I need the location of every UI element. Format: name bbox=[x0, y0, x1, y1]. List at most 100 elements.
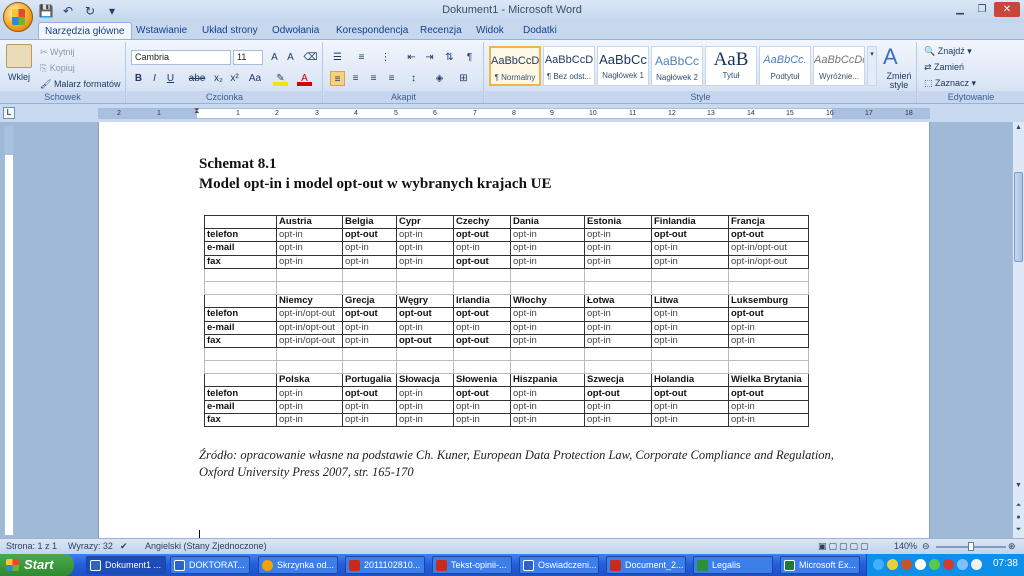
close-button[interactable]: ✕ bbox=[994, 2, 1020, 17]
sort-icon[interactable]: ⇅ bbox=[442, 50, 457, 65]
tray-icon[interactable] bbox=[929, 559, 940, 570]
zoom-slider-thumb[interactable] bbox=[968, 542, 974, 551]
show-marks-icon[interactable]: ¶ bbox=[462, 50, 477, 65]
tab-selector[interactable]: L bbox=[3, 107, 15, 119]
style-no-spacing[interactable]: AaBbCcD ¶ Bez odst... bbox=[543, 46, 595, 86]
task-pdf-2[interactable]: Tekst-opinii-... bbox=[432, 556, 512, 574]
tab-review[interactable]: Recenzja bbox=[414, 22, 468, 40]
tab-view[interactable]: Widok bbox=[470, 22, 510, 40]
tab-mailings[interactable]: Korespondencja bbox=[330, 22, 414, 40]
justify-icon[interactable]: ≡ bbox=[384, 71, 399, 86]
next-page-icon[interactable]: ⏷ bbox=[1013, 526, 1024, 536]
multilevel-list-icon[interactable]: ⋮ bbox=[378, 50, 393, 65]
zoom-level[interactable]: 140% bbox=[894, 541, 917, 551]
tray-icon[interactable] bbox=[901, 559, 912, 570]
task-legalis[interactable]: Legalis bbox=[693, 556, 773, 574]
task-doktorat[interactable]: DOKTORAT... bbox=[170, 556, 250, 574]
tab-insert[interactable]: Wstawianie bbox=[130, 22, 193, 40]
tray-icon[interactable] bbox=[873, 559, 884, 570]
highlight-icon[interactable]: ✎ bbox=[273, 71, 288, 86]
task-pdf-3[interactable]: Document_2... bbox=[606, 556, 686, 574]
line-spacing-icon[interactable]: ↕ bbox=[406, 71, 421, 86]
replace-button[interactable]: ⇄ Zamień bbox=[924, 62, 964, 73]
spellcheck-icon[interactable]: ✔ bbox=[120, 541, 128, 552]
increase-indent-icon[interactable]: ⇥ bbox=[422, 50, 437, 65]
task-mail[interactable]: Skrzynka od... bbox=[258, 556, 338, 574]
align-center-icon[interactable]: ≡ bbox=[348, 71, 363, 86]
style-subtitle[interactable]: AaBbCc. Podtytuł bbox=[759, 46, 811, 86]
network-icon[interactable] bbox=[957, 559, 968, 570]
subscript-button[interactable]: x₂ bbox=[211, 71, 226, 86]
bold-button[interactable]: B bbox=[131, 71, 146, 86]
tab-addins[interactable]: Dodatki bbox=[517, 22, 563, 40]
maximize-button[interactable]: ❐ bbox=[972, 2, 992, 17]
format-painter-button[interactable]: 🖌 Malarz formatów bbox=[40, 79, 120, 90]
tab-page-layout[interactable]: Układ strony bbox=[196, 22, 264, 40]
task-pdf-1[interactable]: 2011102810... bbox=[345, 556, 425, 574]
scroll-thumb[interactable] bbox=[1014, 172, 1023, 262]
strikethrough-button[interactable]: abe bbox=[187, 71, 207, 86]
decrease-indent-icon[interactable]: ⇤ bbox=[404, 50, 419, 65]
change-styles-button[interactable]: Zmień style bbox=[883, 72, 915, 90]
bullets-icon[interactable]: ☰ bbox=[330, 50, 345, 65]
font-name-input[interactable]: Cambria bbox=[131, 50, 231, 65]
task-word[interactable]: Dokument1 ... bbox=[86, 556, 166, 574]
opt-in-table[interactable]: Austria Belgia Cypr Czechy Dania Estonia Finla… bbox=[204, 214, 809, 428]
document-area[interactable]: Schemat 8.1 Model opt-in i model opt-out… bbox=[18, 122, 1012, 538]
page-count[interactable]: Strona: 1 z 1 bbox=[6, 541, 57, 551]
vertical-ruler[interactable] bbox=[4, 126, 14, 536]
style-emphasis[interactable]: AaBbCcDc Wyróżnie... bbox=[813, 46, 865, 86]
borders-icon[interactable]: ⊞ bbox=[456, 71, 471, 86]
start-button[interactable]: Start bbox=[0, 554, 74, 576]
styles-scroll-icon[interactable]: ▾ bbox=[867, 46, 877, 86]
superscript-button[interactable]: x² bbox=[227, 71, 242, 86]
shrink-font-icon[interactable]: A bbox=[283, 50, 298, 65]
page[interactable]: Schemat 8.1 Model opt-in i model opt-out… bbox=[98, 122, 930, 538]
office-button[interactable] bbox=[3, 2, 33, 32]
font-size-input[interactable]: 11 bbox=[233, 50, 263, 65]
style-normal[interactable]: AaBbCcD ¶ Normalny bbox=[489, 46, 541, 86]
style-heading-2[interactable]: AaBbCc Nagłówek 2 bbox=[651, 46, 703, 86]
style-title[interactable]: AaB Tytuł bbox=[705, 46, 757, 86]
indent-marker-icon[interactable]: ⧗ bbox=[194, 106, 202, 120]
grow-font-icon[interactable]: A bbox=[267, 50, 282, 65]
vertical-scrollbar[interactable]: ▲ ▼ ⏶ ● ⏷ bbox=[1012, 122, 1024, 538]
clock[interactable]: 07:38 bbox=[993, 558, 1018, 569]
scroll-down-icon[interactable]: ▼ bbox=[1013, 482, 1024, 492]
cut-button[interactable]: ✂ Wytnij bbox=[40, 47, 74, 58]
align-left-icon[interactable]: ≡ bbox=[330, 71, 345, 86]
zoom-in-icon[interactable]: ⊕ bbox=[1008, 541, 1016, 552]
select-button[interactable]: ⬚ Zaznacz ▾ bbox=[924, 78, 976, 89]
tray-icon[interactable] bbox=[943, 559, 954, 570]
font-color-icon[interactable]: A bbox=[297, 71, 312, 86]
zoom-out-icon[interactable]: ⊖ bbox=[922, 541, 930, 552]
tray-icon[interactable] bbox=[915, 559, 926, 570]
clear-format-icon[interactable]: ⌫ bbox=[303, 50, 318, 65]
copy-button[interactable]: ⎘ Kopiuj bbox=[40, 63, 75, 74]
tab-home[interactable]: Narzędzia główne bbox=[38, 22, 132, 40]
tab-references[interactable]: Odwołania bbox=[266, 22, 325, 40]
paste-button[interactable]: Wklej bbox=[8, 72, 30, 82]
underline-button[interactable]: U bbox=[163, 71, 178, 86]
task-excel[interactable]: Microsoft Ex... bbox=[780, 556, 860, 574]
task-word-2[interactable]: Oswiadczeni... bbox=[519, 556, 599, 574]
italic-button[interactable]: I bbox=[147, 71, 162, 86]
numbering-icon[interactable]: ≡ bbox=[354, 50, 369, 65]
horizontal-ruler[interactable]: 2 1 1 2 3 4 5 6 7 8 9 10 11 12 13 14 15 … bbox=[98, 106, 930, 120]
find-button[interactable]: 🔍 Znajdź ▾ bbox=[924, 46, 972, 57]
volume-icon[interactable] bbox=[971, 559, 982, 570]
word-count[interactable]: Wyrazy: 32 bbox=[68, 541, 113, 551]
align-right-icon[interactable]: ≡ bbox=[366, 71, 381, 86]
shading-icon[interactable]: ◈ bbox=[432, 71, 447, 86]
paste-icon[interactable] bbox=[6, 44, 32, 68]
change-styles-icon[interactable]: A bbox=[883, 44, 898, 70]
language-indicator[interactable]: Angielski (Stany Zjednoczone) bbox=[145, 541, 267, 551]
prev-page-icon[interactable]: ⏶ bbox=[1013, 502, 1024, 512]
browse-object-icon[interactable]: ● bbox=[1013, 514, 1024, 524]
change-case-button[interactable]: Aa bbox=[245, 71, 265, 86]
style-heading-1[interactable]: AaBbCc Nagłówek 1 bbox=[597, 46, 649, 86]
scroll-up-icon[interactable]: ▲ bbox=[1013, 124, 1024, 134]
view-buttons-icon[interactable]: ▣▢▢▢▢ bbox=[818, 541, 874, 552]
tray-icon[interactable] bbox=[887, 559, 898, 570]
minimize-button[interactable]: ▁ bbox=[950, 2, 970, 17]
